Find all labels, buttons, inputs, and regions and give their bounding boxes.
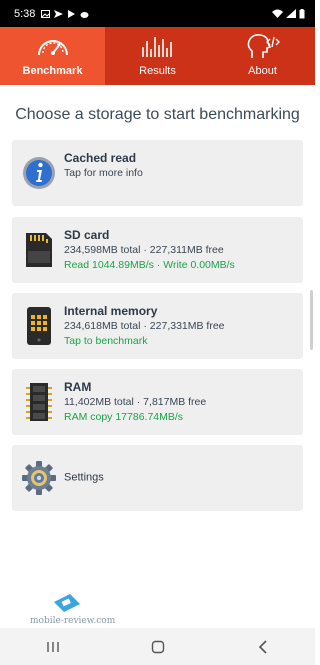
internal-memory-text: Internal memory 234,618MB total · 227,33…	[64, 304, 295, 349]
ram-stick-icon	[26, 383, 52, 421]
cached-read-text: Cached read Tap for more info	[64, 151, 295, 181]
ram-card[interactable]: RAM 11,402MB total · 7,817MB free RAM co…	[12, 369, 303, 435]
head-code-icon	[247, 34, 280, 58]
tab-results[interactable]: Results	[105, 27, 210, 85]
system-nav-bar	[0, 628, 315, 665]
recent-apps-button[interactable]	[33, 632, 73, 662]
tab-about-label: About	[248, 65, 277, 77]
scrollbar[interactable]	[310, 290, 313, 350]
ram-speed: RAM copy 17786.74MB/s	[64, 411, 184, 423]
cached-read-card[interactable]: Cached read Tap for more info	[12, 140, 303, 206]
status-time: 5:38	[14, 7, 36, 20]
speedometer-icon	[37, 40, 68, 56]
info-icon	[23, 157, 55, 189]
sd-card-speed: Read 1044.89MB/s · Write 0.00MB/s	[64, 259, 235, 271]
ram-text: RAM 11,402MB total · 7,817MB free RAM co…	[64, 380, 295, 425]
gallery-icon	[41, 9, 51, 18]
cloud-icon	[80, 11, 89, 18]
home-icon	[151, 640, 164, 653]
tab-results-label: Results	[139, 65, 176, 77]
cached-read-title: Cached read	[64, 151, 137, 165]
sd-card-sizes: 234,598MB total · 227,311MB free	[64, 244, 224, 256]
battery-icon	[299, 8, 305, 18]
cached-read-subtitle: Tap for more info	[64, 167, 143, 179]
internal-memory-sizes: 234,618MB total · 227,331MB free	[64, 320, 225, 332]
internal-memory-title: Internal memory	[64, 304, 158, 318]
back-icon	[258, 639, 267, 654]
internal-memory-status: Tap to benchmark	[64, 335, 148, 347]
watermark-text: mobile-review.com	[30, 616, 116, 626]
tab-benchmark[interactable]: Benchmark	[0, 27, 105, 85]
sd-card-title: SD card	[64, 228, 110, 242]
page-heading: Choose a storage to start benchmarking	[15, 106, 300, 123]
status-bar: 5:38	[0, 0, 315, 27]
settings-card[interactable]: Settings	[12, 445, 303, 511]
ram-title: RAM	[64, 380, 92, 394]
back-button[interactable]	[243, 632, 283, 662]
tab-about[interactable]: About	[210, 27, 315, 85]
internal-memory-card[interactable]: Internal memory 234,618MB total · 227,33…	[12, 293, 303, 359]
recent-apps-icon	[46, 641, 59, 652]
wifi-icon	[272, 9, 283, 18]
watermark: mobile-review.com	[30, 592, 115, 628]
ram-sizes: 11,402MB total · 7,817MB free	[64, 396, 207, 408]
sd-card-icon	[26, 233, 52, 267]
tab-bar: Benchmark Results About	[0, 27, 315, 85]
phone-chip-icon	[27, 307, 51, 345]
gear-icon	[22, 461, 56, 495]
settings-title: Settings	[64, 471, 104, 484]
play-icon	[68, 9, 76, 18]
tab-benchmark-label: Benchmark	[22, 65, 83, 77]
settings-text: Settings	[64, 471, 295, 486]
watermark-logo-icon	[54, 594, 80, 612]
bars-icon	[141, 37, 172, 57]
sd-card-card[interactable]: SD card 234,598MB total · 227,311MB free…	[12, 217, 303, 283]
send-icon	[54, 9, 64, 18]
home-button[interactable]	[138, 632, 178, 662]
status-right	[272, 8, 305, 19]
sd-card-text: SD card 234,598MB total · 227,311MB free…	[64, 228, 295, 273]
signal-icon	[286, 9, 296, 18]
